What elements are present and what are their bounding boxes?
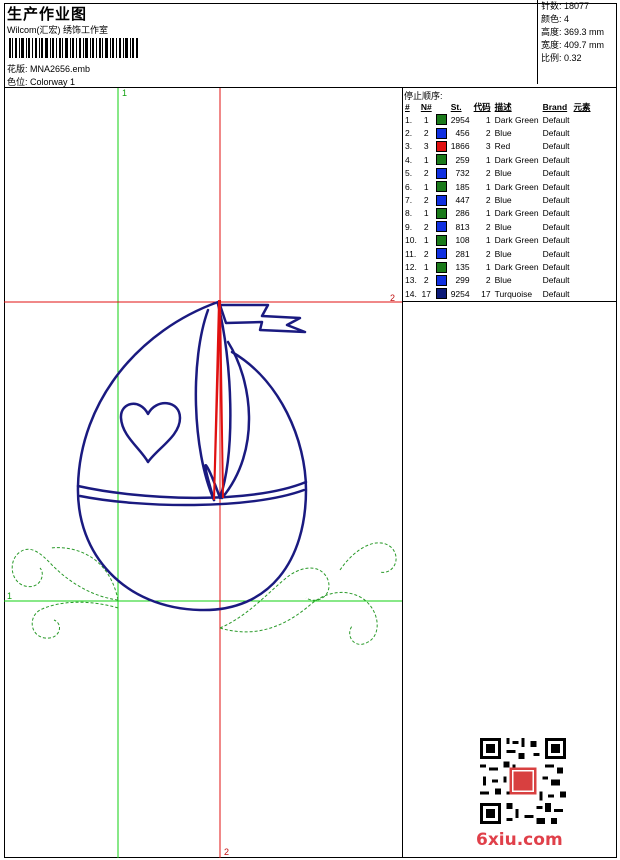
wave-decoration [11,542,397,645]
embroidery-design-canvas [4,88,402,858]
qr-code-icon [480,738,566,824]
mast-running-stitch [213,299,224,501]
qr-logo-icon [509,767,537,795]
green-guide-label-top: 1 [122,88,128,98]
green-guide-label-left: 1 [7,591,13,601]
red-guide-label-bottom: 2 [224,847,230,857]
sailboat-outline [76,300,308,612]
site-watermark: 6xiu.com [476,830,563,850]
red-guide-label-right: 2 [390,293,396,303]
